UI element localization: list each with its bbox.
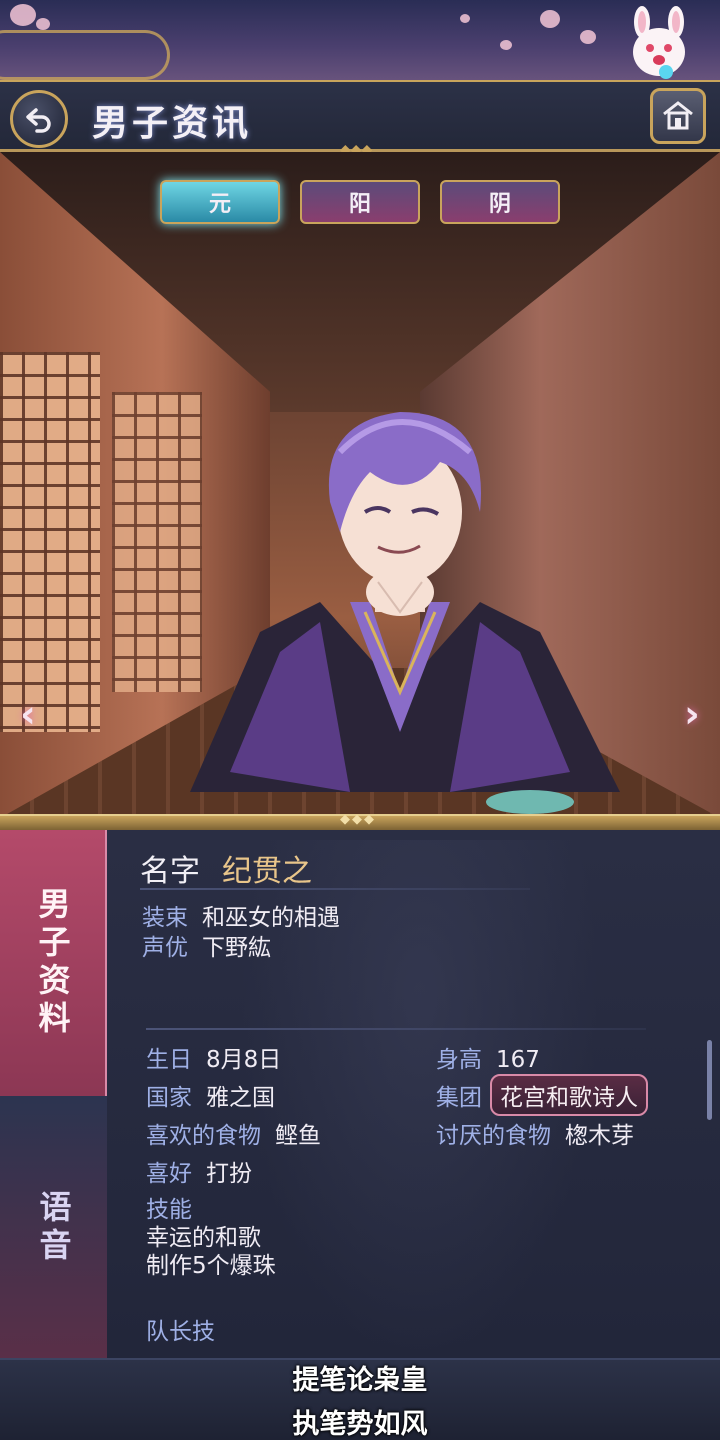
character-scene: 元 阳 阴 ‹ › bbox=[0, 152, 720, 818]
outfit-row: 装束 和巫女的相遇 bbox=[142, 898, 340, 932]
top-banner bbox=[0, 0, 720, 84]
birthday-value: 8月8日 bbox=[206, 1047, 282, 1073]
skill-item: 幸运的和歌 bbox=[146, 1225, 261, 1251]
disliked-food-row: 讨厌的食物 楤木芽 bbox=[436, 1116, 634, 1150]
bunny-mascot-icon bbox=[633, 6, 685, 79]
group-badge[interactable]: 花宫和歌诗人 bbox=[490, 1074, 648, 1116]
voice-actor-label: 声优 bbox=[142, 935, 188, 961]
gold-swirl-decoration bbox=[0, 30, 170, 80]
tab-voice-label: 语音 bbox=[34, 1190, 73, 1266]
cherry-blossom-decoration bbox=[36, 18, 50, 30]
skills-label: 技能 bbox=[146, 1197, 192, 1223]
voice-subtitle-line: 执笔势如风 bbox=[292, 1409, 428, 1440]
previous-character-arrow-icon[interactable]: ‹ bbox=[8, 692, 48, 736]
info-panel: 男子资料 语音 名字 纪贯之 装束 和巫女的相遇 声优 下野紘 生日 8月8日 … bbox=[0, 830, 720, 1360]
back-button[interactable] bbox=[10, 90, 68, 148]
hobby-value: 打扮 bbox=[206, 1161, 252, 1187]
leader-skill-row: 队长技 bbox=[146, 1312, 215, 1346]
cherry-blossom-decoration bbox=[10, 4, 36, 26]
cherry-blossom-decoration bbox=[460, 14, 470, 23]
country-row: 国家 雅之国 bbox=[146, 1078, 275, 1112]
tab-form-yin[interactable]: 阴 bbox=[440, 180, 560, 224]
hobby-label: 喜好 bbox=[146, 1161, 192, 1187]
tab-voice[interactable]: 语音 bbox=[0, 1096, 107, 1360]
tab-profile-label: 男子资料 bbox=[33, 887, 72, 1039]
page-title: 男子资讯 bbox=[92, 102, 253, 144]
cherry-blossom-decoration bbox=[540, 10, 560, 28]
header-bar: 男子资讯 ◆◆◆ bbox=[0, 80, 720, 158]
cherry-blossom-decoration bbox=[580, 30, 596, 44]
character-portrait bbox=[190, 412, 620, 814]
outfit-label: 装束 bbox=[142, 905, 188, 931]
birthday-label: 生日 bbox=[146, 1047, 192, 1073]
liked-food-row: 喜欢的食物 鲣鱼 bbox=[146, 1116, 321, 1150]
leader-skill-label: 队长技 bbox=[146, 1319, 215, 1345]
hobby-row: 喜好 打扮 bbox=[146, 1154, 252, 1188]
country-value: 雅之国 bbox=[206, 1085, 275, 1111]
back-arrow-icon bbox=[26, 108, 51, 133]
outfit-value: 和巫女的相遇 bbox=[202, 905, 340, 931]
height-row: 身高 167 bbox=[436, 1040, 540, 1074]
name-row: 名字 纪贯之 bbox=[140, 846, 312, 890]
country-label: 国家 bbox=[146, 1085, 192, 1111]
group-row: 集团 花宫和歌诗人 bbox=[436, 1074, 648, 1116]
form-tab-bar: 元 阳 阴 bbox=[160, 180, 560, 224]
height-value: 167 bbox=[496, 1047, 540, 1073]
skill-item: 制作5个爆珠 bbox=[146, 1253, 276, 1279]
tab-form-yuan[interactable]: 元 bbox=[160, 180, 280, 224]
scrollbar[interactable] bbox=[707, 1040, 712, 1120]
disliked-food-label: 讨厌的食物 bbox=[436, 1123, 551, 1149]
name-label: 名字 bbox=[140, 854, 200, 889]
home-button[interactable] bbox=[650, 88, 706, 144]
home-icon bbox=[663, 101, 693, 130]
divider-ornament: ◆◆◆ bbox=[340, 812, 376, 827]
divider-line bbox=[140, 888, 530, 890]
liked-food-label: 喜欢的食物 bbox=[146, 1123, 261, 1149]
cherry-blossom-decoration bbox=[500, 40, 512, 50]
shoji-screen bbox=[0, 352, 100, 732]
skills-section: 技能 幸运的和歌 制作5个爆珠 bbox=[146, 1196, 276, 1280]
height-label: 身高 bbox=[436, 1047, 482, 1073]
voice-subtitle-line: 提笔论枭皇 bbox=[292, 1365, 428, 1396]
next-character-arrow-icon[interactable]: › bbox=[672, 692, 712, 736]
disliked-food-value: 楤木芽 bbox=[565, 1123, 634, 1149]
liked-food-value: 鲣鱼 bbox=[275, 1123, 321, 1149]
divider-line bbox=[146, 1028, 646, 1030]
tab-form-yang[interactable]: 阳 bbox=[300, 180, 420, 224]
group-label: 集团 bbox=[436, 1085, 482, 1111]
character-name: 纪贯之 bbox=[222, 854, 312, 889]
panel-divider: ◆◆◆ bbox=[0, 812, 720, 830]
tab-profile[interactable]: 男子资料 bbox=[0, 830, 107, 1096]
voice-actor-value: 下野紘 bbox=[202, 935, 271, 961]
voice-actor-row: 声优 下野紘 bbox=[142, 928, 271, 962]
birthday-row: 生日 8月8日 bbox=[146, 1040, 281, 1074]
